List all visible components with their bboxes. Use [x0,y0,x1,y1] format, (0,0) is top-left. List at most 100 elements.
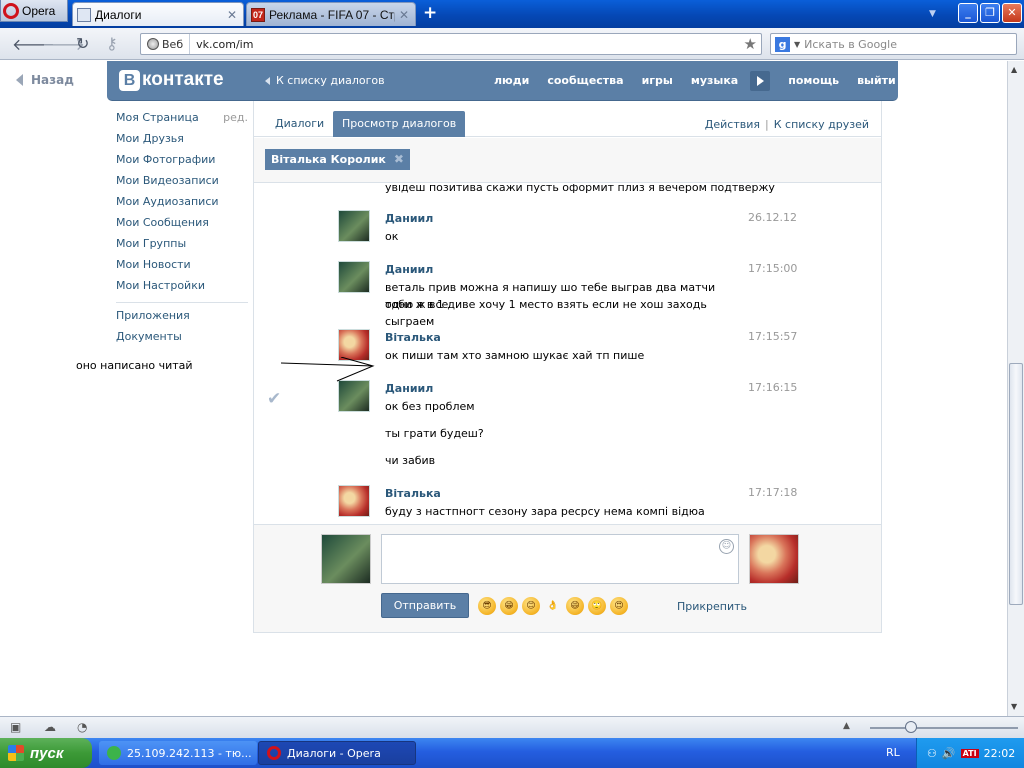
security-zone[interactable]: Веб [141,34,191,54]
message-history[interactable]: увідеш позитива скажи пусть оформит плиз… [254,184,881,524]
avatar[interactable] [338,210,370,242]
menu-item-audio[interactable]: Мои Аудиозаписи [116,195,248,216]
message-time[interactable]: 17:15:00 [748,262,797,275]
message-time[interactable]: 17:17:18 [748,486,797,499]
recipient-chip[interactable]: Віталька Королик ✖ [265,149,410,170]
menu-item-photos[interactable]: Мои Фотографии [116,153,248,174]
message-author[interactable]: Даниил [385,212,433,225]
key-icon[interactable]: ⚷ [106,34,118,53]
attach-link[interactable]: Прикрепить [677,600,747,613]
laugh-emoji-icon[interactable]: 😄 [566,597,584,615]
nav-people[interactable]: люди [494,74,529,91]
volume-icon[interactable]: 🔊 [942,747,956,760]
menu-item-groups[interactable]: Мои Группы [116,237,248,258]
message-author[interactable]: Даниил [385,263,433,276]
zoom-slider-knob[interactable] [905,721,917,733]
music-play-icon[interactable] [750,71,771,91]
nav-logout[interactable]: выйти [857,74,896,91]
opera-menu-label: Opera [22,3,56,18]
new-tab-plus-icon[interactable]: + [423,3,437,23]
grin-emoji-icon[interactable]: 😁 [500,597,518,615]
friends-list-link[interactable]: К списку друзей [774,118,869,131]
chevron-down-icon[interactable]: ▼ [794,40,800,49]
search-field[interactable]: g ▼ Искать в Google [770,33,1017,55]
message-author[interactable]: Віталька [385,331,441,344]
back-link[interactable]: Назад [16,73,74,87]
edit-link[interactable]: ред. [223,111,248,132]
ati-tray-icon[interactable]: ATI [960,748,979,758]
peer-avatar[interactable] [749,534,799,584]
taskbar-item-opera[interactable]: Диалоги - Opera [258,741,416,765]
message-author[interactable]: Даниил [385,382,433,395]
url-text[interactable]: vk.com/im [190,38,743,51]
message-input[interactable]: ☺ [381,534,739,584]
nav-music[interactable]: музыка [691,74,738,91]
zoom-menu-icon[interactable]: ▲ [843,721,850,731]
network-tray-icon[interactable]: ⚇ [927,747,937,760]
tab-dialogs-list[interactable]: Диалоги [266,111,333,137]
speed-dial-icon[interactable]: ◔ [77,720,93,734]
smiley-icon[interactable]: ☺ [719,539,734,554]
tab-view-dialogs[interactable]: Просмотр диалогов [333,111,466,137]
message-time[interactable]: 17:15:57 [748,330,797,343]
ok-hand-emoji-icon[interactable]: 👌 [544,597,562,615]
smile-emoji-icon[interactable]: 😊 [522,597,540,615]
remove-recipient-icon[interactable]: ✖ [394,149,404,170]
menu-item-settings[interactable]: Мои Настройки [116,279,248,300]
message-time[interactable]: 26.12.12 [748,211,797,224]
zoom-slider[interactable] [870,727,1018,729]
tab-dialogs[interactable]: Диалоги ✕ [72,2,244,26]
to-dialogs-link[interactable]: К списку диалогов [265,74,385,87]
restore-button[interactable]: ❐ [980,3,1000,23]
scroll-up-icon[interactable]: ▲ [1011,65,1017,74]
menu-item-messages[interactable]: Мои Сообщения [116,216,248,237]
close-tab-icon[interactable]: ✕ [399,8,409,22]
taskbar-item-label: 25.109.242.113 - тю... [127,746,252,760]
avatar[interactable] [338,485,370,517]
google-icon[interactable]: g [775,36,790,52]
vk-logo[interactable]: В контакте [119,69,224,91]
nav-help[interactable]: помощь [788,74,839,91]
menu-item-documents[interactable]: Документы [116,330,248,351]
my-avatar[interactable] [321,534,371,584]
taskbar-item-network[interactable]: 25.109.242.113 - тю... [99,741,257,765]
menu-item-news[interactable]: Мои Новости [116,258,248,279]
avatar[interactable] [338,261,370,293]
scroll-down-icon[interactable]: ▼ [1011,702,1017,711]
scrollbar-thumb[interactable] [1009,363,1023,605]
browser-toolbar: 🡐 🡒 ↻ ⚷ Веб vk.com/im ★ g ▼ Искать в Goo… [0,28,1024,60]
nav-communities[interactable]: сообщества [547,74,623,91]
roll-eyes-emoji-icon[interactable]: 🙄 [588,597,606,615]
avatar[interactable] [338,380,370,412]
start-button[interactable]: пуск [0,738,92,768]
panel-toggle-icon[interactable]: ▣ [10,720,26,734]
close-tab-icon[interactable]: ✕ [227,8,237,22]
heart-eyes-emoji-icon[interactable]: 😍 [610,597,628,615]
menu-label: Мои Группы [116,237,187,250]
minimize-button[interactable]: _ [958,3,978,23]
vertical-scrollbar[interactable]: ▲ ▼ [1007,61,1024,716]
cloud-icon[interactable]: ☁ [44,720,60,734]
tab-list-dropdown-icon[interactable]: ▼ [929,9,936,19]
message-author[interactable]: Віталька [385,487,441,500]
close-window-button[interactable]: ✕ [1002,3,1022,23]
actions-link[interactable]: Действия [705,118,760,131]
language-indicator[interactable]: RL [886,746,900,759]
message-time[interactable]: 17:16:15 [748,381,797,394]
message-item: Віталька 17:15:57 ок пиши там хто замною… [338,329,798,369]
send-button[interactable]: Отправить [381,593,469,618]
menu-item-apps[interactable]: Приложения [116,309,248,330]
menu-item-friends[interactable]: Мои Друзья [116,132,248,153]
reload-icon[interactable]: ↻ [76,34,89,53]
opera-logo-icon [267,746,281,760]
menu-item-my-page[interactable]: Моя Страница ред. [116,111,248,132]
tab-fifa-ad[interactable]: 07 Реклама - FIFA 07 - Стр... ✕ [246,2,416,26]
checkmark-icon[interactable]: ✔ [267,389,281,409]
sunglasses-emoji-icon[interactable]: 😎 [478,597,496,615]
clock[interactable]: 22:02 [984,747,1016,760]
address-bar[interactable]: Веб vk.com/im ★ [140,33,762,55]
opera-menu-button[interactable]: Opera [0,0,68,22]
nav-games[interactable]: игры [642,74,673,91]
menu-item-videos[interactable]: Мои Видеозаписи [116,174,248,195]
bookmark-star-icon[interactable]: ★ [744,35,761,53]
